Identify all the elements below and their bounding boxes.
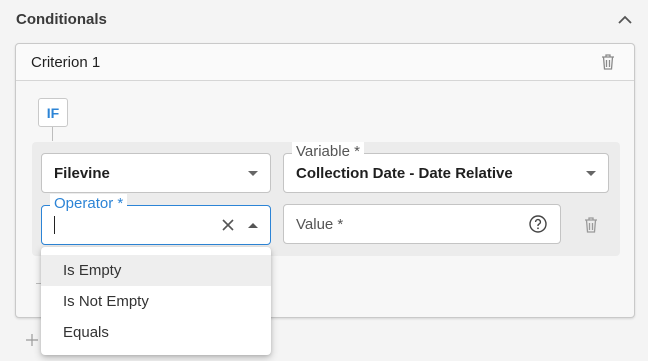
operator-dropdown-menu: Is Empty Is Not Empty Equals bbox=[41, 247, 271, 355]
option-is-empty[interactable]: Is Empty bbox=[41, 255, 271, 286]
plus-icon[interactable] bbox=[24, 332, 40, 348]
if-badge: IF bbox=[38, 98, 68, 127]
variable-select-value: Collection Date - Date Relative bbox=[296, 164, 513, 182]
option-equals[interactable]: Equals bbox=[41, 317, 271, 348]
text-cursor bbox=[54, 216, 55, 234]
variable-select[interactable]: Variable * Collection Date - Date Relati… bbox=[283, 142, 609, 193]
section-title: Conditionals bbox=[16, 10, 107, 28]
variable-label: Variable * bbox=[292, 142, 364, 162]
operator-select[interactable]: Operator * bbox=[41, 194, 271, 245]
criterion-title: Criterion 1 bbox=[31, 53, 101, 71]
conditionals-header: Conditionals bbox=[16, 0, 636, 38]
source-select[interactable]: Filevine bbox=[41, 153, 271, 193]
caret-down-icon bbox=[248, 170, 258, 176]
value-field[interactable]: Value * bbox=[283, 204, 561, 244]
if-connector-line bbox=[52, 127, 53, 141]
option-is-not-empty[interactable]: Is Not Empty bbox=[41, 286, 271, 317]
delete-criterion-trash-icon[interactable] bbox=[597, 51, 619, 73]
criterion-header: Criterion 1 bbox=[16, 44, 634, 81]
chevron-up-icon[interactable] bbox=[614, 8, 636, 30]
source-select-value: Filevine bbox=[54, 164, 110, 182]
delete-condition-trash-icon[interactable] bbox=[580, 214, 602, 236]
operator-label: Operator * bbox=[50, 194, 128, 214]
help-icon[interactable] bbox=[528, 214, 548, 234]
caret-down-icon bbox=[586, 170, 596, 176]
value-field-label: Value * bbox=[296, 215, 344, 233]
caret-up-icon[interactable] bbox=[248, 222, 258, 228]
clear-icon[interactable] bbox=[218, 215, 238, 235]
